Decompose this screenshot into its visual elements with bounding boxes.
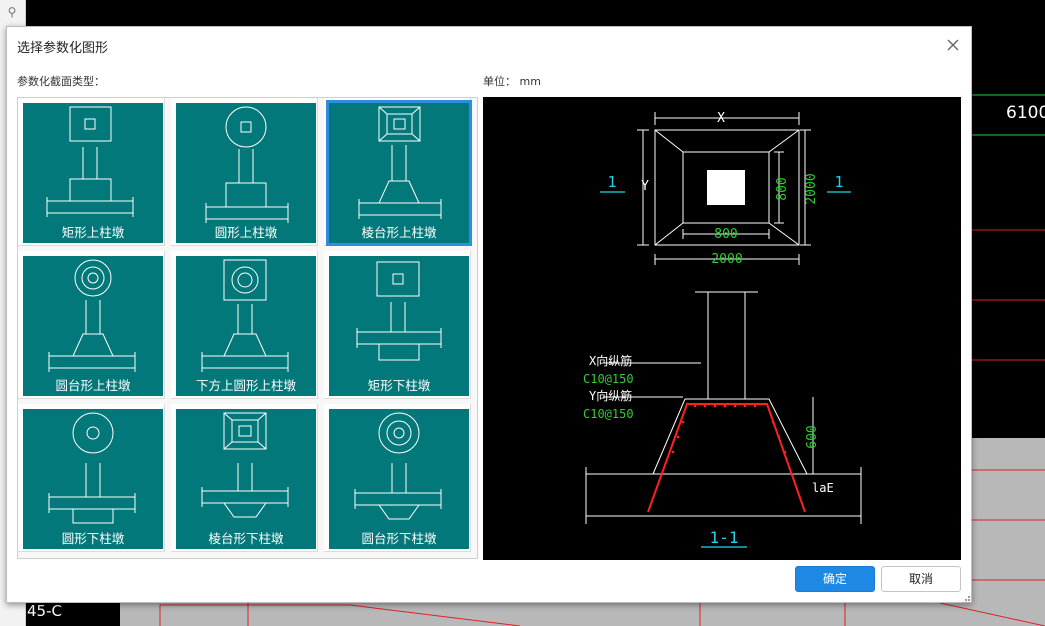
resize-grip-icon[interactable] <box>961 590 971 604</box>
tile-square-bottom-round-top[interactable]: 下方上圆形上柱墩 <box>171 251 318 399</box>
tile-label: 棱台形下柱墩 <box>208 531 284 546</box>
tile-thumbnail: 下方上圆形上柱墩 <box>176 256 316 396</box>
tile-label: 下方上圆形上柱墩 <box>195 378 296 393</box>
section-title: 1-1 <box>710 528 739 547</box>
tile-label: 圆台形上柱墩 <box>55 378 131 393</box>
select-parametric-shape-dialog: 选择参数化图形 参数化截面类型： 单位： mm 矩形上柱墩 圆形上柱墩 棱台形上… <box>6 26 972 604</box>
lae-label: laE <box>812 481 834 495</box>
dim-inner-width: 800 <box>714 227 737 242</box>
unit-label: 单位： mm <box>483 75 541 88</box>
section-type-label: 参数化截面类型： <box>17 75 105 88</box>
tile-label: 圆形下柱墩 <box>61 531 125 546</box>
cancel-button[interactable]: 取消 <box>881 566 961 592</box>
dim-height: 600 <box>805 425 820 448</box>
tile-circle-upper[interactable]: 圆形上柱墩 <box>171 98 318 246</box>
tile-thumbnail: 棱台形上柱墩 <box>326 100 472 246</box>
tile-frustum-lower[interactable]: 棱台形下柱墩 <box>171 404 318 552</box>
plan-y-label: Y <box>641 179 649 194</box>
shape-grid: 矩形上柱墩 圆形上柱墩 棱台形上柱墩 圆台形上柱墩 下方上圆形上柱墩 矩形下柱墩… <box>17 97 478 559</box>
section-mark-left: 1 <box>607 173 616 191</box>
close-icon[interactable] <box>943 35 963 55</box>
cad-axis-label: 45-C <box>27 602 62 620</box>
preview-drawing: X Y 800 800 2000 2000 1 1 1-1 X向纵筋 C10@1… <box>583 111 862 548</box>
tile-label: 棱台形上柱墩 <box>361 225 437 240</box>
tile-thumbnail: 矩形上柱墩 <box>23 103 163 243</box>
x-rebar-spec: C10@150 <box>583 372 634 386</box>
tile-label: 圆形上柱墩 <box>214 225 278 240</box>
y-rebar-spec: C10@150 <box>583 407 634 421</box>
cad-dimension-number: 6100 <box>1006 103 1045 123</box>
ok-button[interactable]: 确定 <box>795 566 875 592</box>
tile-circle-lower[interactable]: 圆形下柱墩 <box>18 404 165 552</box>
dialog-title: 选择参数化图形 <box>17 41 109 56</box>
plan-x-label: X <box>717 111 725 126</box>
tile-thumbnail: 圆形上柱墩 <box>176 103 316 243</box>
y-rebar-label: Y向纵筋 <box>589 388 632 403</box>
x-rebar-label: X向纵筋 <box>589 353 632 368</box>
plan-column <box>707 170 745 205</box>
tile-thumbnail: 圆形下柱墩 <box>23 409 163 549</box>
tile-cone-upper[interactable]: 圆台形上柱墩 <box>18 251 165 399</box>
tile-rect-upper[interactable]: 矩形上柱墩 <box>18 98 165 246</box>
tile-cone-lower[interactable]: 圆台形下柱墩 <box>324 404 471 552</box>
tile-label: 矩形上柱墩 <box>61 225 125 240</box>
tile-rect-lower[interactable]: 矩形下柱墩 <box>324 251 471 399</box>
tile-thumbnail: 矩形下柱墩 <box>329 256 469 396</box>
section-mark-right: 1 <box>834 173 843 191</box>
tile-thumbnail: 棱台形下柱墩 <box>176 409 316 549</box>
dim-outer-height: 2000 <box>804 173 819 204</box>
tile-frustum-upper[interactable]: 棱台形上柱墩 <box>324 98 472 246</box>
tile-thumbnail: 圆台形上柱墩 <box>23 256 163 396</box>
tile-label: 矩形下柱墩 <box>367 378 431 393</box>
shape-preview: X Y 800 800 2000 2000 1 1 1-1 X向纵筋 C10@1… <box>483 97 961 560</box>
dim-outer-width: 2000 <box>711 252 742 267</box>
tile-thumbnail: 圆台形下柱墩 <box>329 409 469 549</box>
tile-label: 圆台形下柱墩 <box>361 531 437 546</box>
dim-inner-height: 800 <box>775 177 790 200</box>
